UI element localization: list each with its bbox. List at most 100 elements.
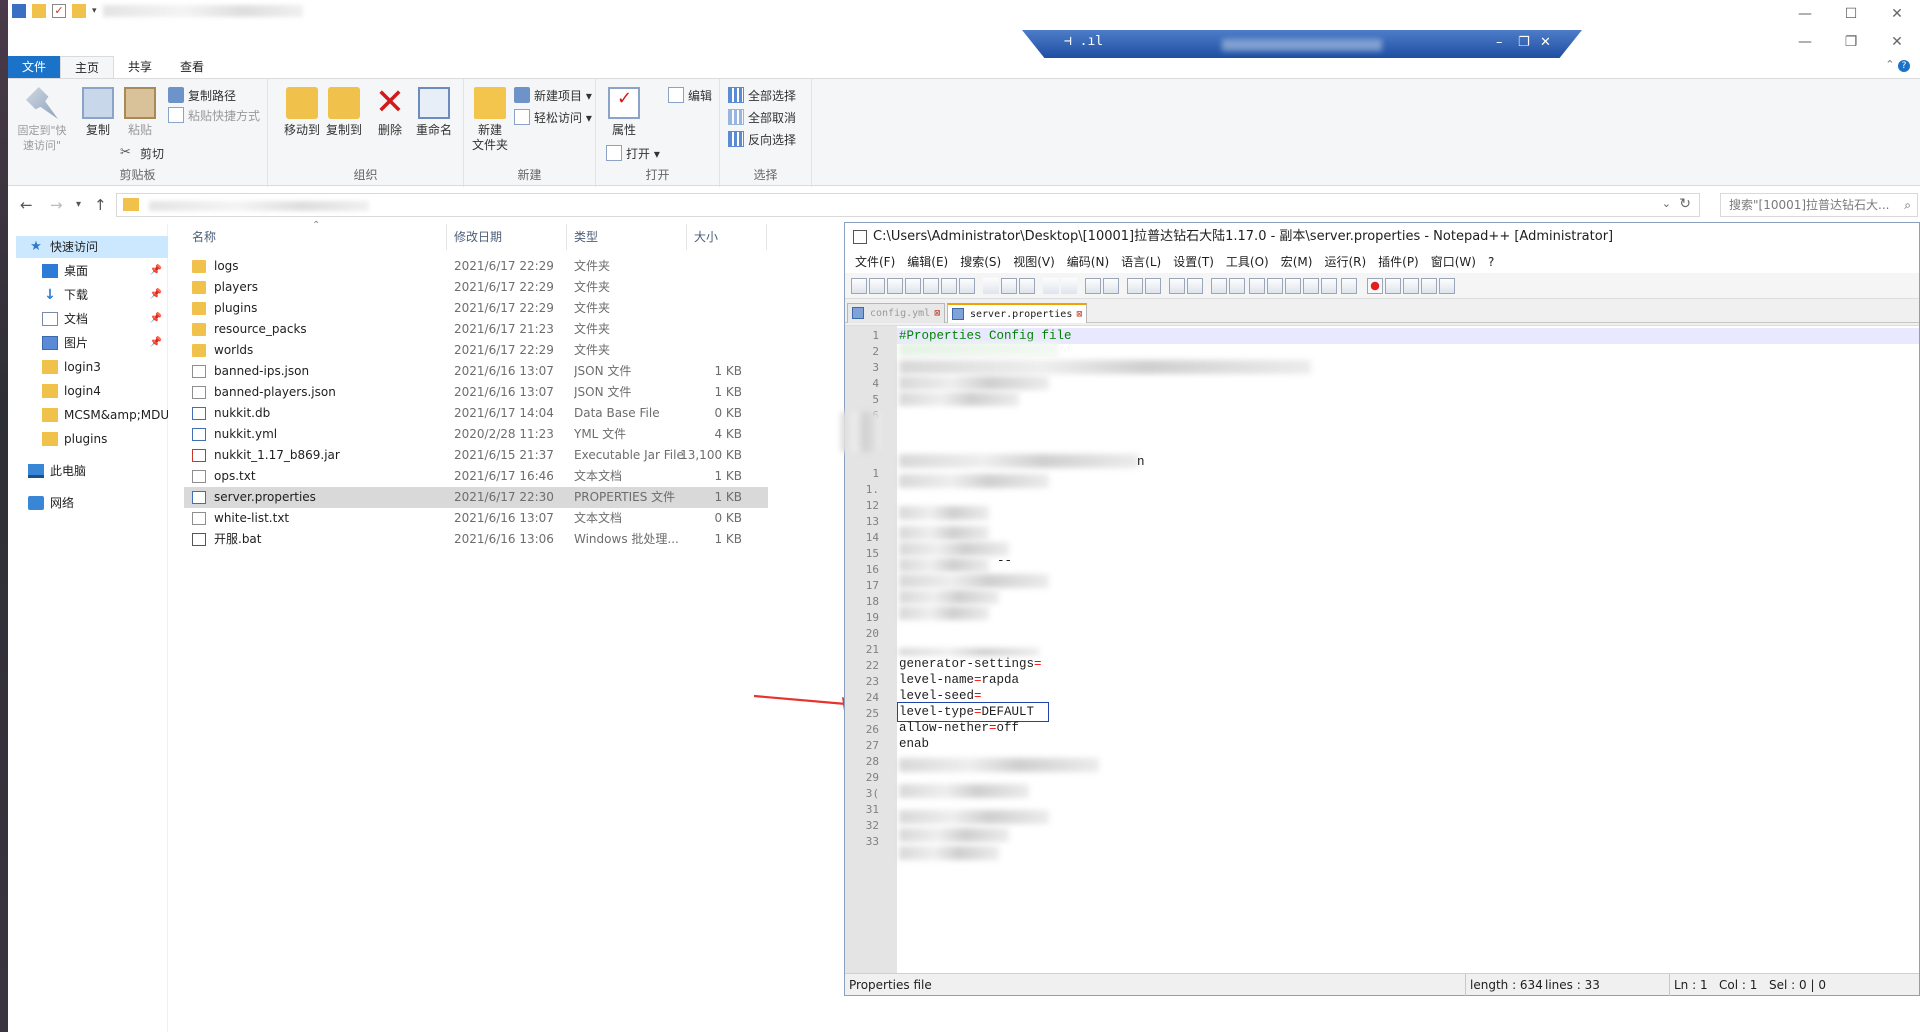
file-row[interactable]: server.properties 2021/6/17 22:30 PROPERTI… [184,487,768,508]
nav-item-documents[interactable]: 文档 📌 [42,308,168,330]
remote-minimize-icon[interactable]: – [1496,35,1503,50]
column-size[interactable]: 大小 [694,228,718,245]
open-icon[interactable] [869,278,885,294]
sync-v-icon[interactable] [1169,278,1185,294]
address-dropdown-icon[interactable]: ⌄ [1662,197,1671,210]
folder-icon[interactable] [32,4,46,18]
maximize-button[interactable]: ☐ [1828,0,1874,28]
nav-quick-access[interactable]: ★ 快速访问 [16,236,168,258]
inner-minimize-icon[interactable]: — [1782,28,1828,56]
file-row[interactable]: players 2021/6/17 22:29 文件夹 [184,277,768,298]
menu-item[interactable]: 运行(R) [1318,251,1372,273]
play-icon[interactable] [1403,278,1419,294]
menu-item[interactable]: 搜索(S) [954,251,1007,273]
file-row[interactable]: banned-ips.json 2021/6/16 13:07 JSON 文件 1 K… [184,361,768,382]
copy-path-button[interactable]: 复制路径 [168,85,236,105]
open-button[interactable]: 打开 ▾ [606,143,660,163]
close-all-icon[interactable] [941,278,957,294]
inner-close-icon[interactable]: ✕ [1874,28,1920,56]
qat-dropdown-icon[interactable]: ▾ [92,6,97,16]
inner-restore-icon[interactable]: ❐ [1828,28,1874,56]
nav-item-pictures[interactable]: 图片 📌 [42,332,168,354]
indent-guide-icon[interactable] [1249,278,1265,294]
menu-item[interactable]: 宏(M) [1275,251,1319,273]
menu-item[interactable]: 设置(T) [1167,251,1220,273]
tab-close-icon[interactable]: ⊠ [934,308,940,319]
move-to-button[interactable]: 移动到 [280,85,324,138]
new-item-button[interactable]: 新建项目 ▾ [514,85,592,105]
menu-item[interactable]: 视图(V) [1007,251,1061,273]
tab-config-yml[interactable]: config.yml ⊠ [847,303,946,323]
forward-arrow-icon[interactable]: → [50,196,63,214]
menu-item[interactable]: 编码(N) [1061,251,1115,273]
invert-selection-button[interactable]: 反向选择 [728,129,796,149]
new-folder-icon[interactable] [72,4,86,18]
refresh-icon[interactable]: ↻ [1679,196,1691,212]
nav-this-pc[interactable]: 此电脑 [28,460,168,482]
nav-item-desktop[interactable]: 桌面 📌 [42,260,168,282]
all-chars-icon[interactable] [1229,278,1245,294]
paste-icon[interactable] [1019,278,1035,294]
column-divider[interactable] [566,224,567,250]
file-row[interactable]: white-list.txt 2021/6/16 13:07 文本文档 0 KB [184,508,768,529]
copy-to-button[interactable]: 复制到 [322,85,366,138]
file-row[interactable]: resource_packs 2021/6/17 21:23 文件夹 [184,319,768,340]
undo-icon[interactable] [1043,278,1059,294]
monitor-icon[interactable] [1341,278,1357,294]
file-row[interactable]: banned-players.json 2021/6/16 13:07 JSON 文… [184,382,768,403]
tab-view[interactable]: 查看 [166,56,218,78]
nav-item-plugins[interactable]: plugins [42,428,168,450]
nav-network[interactable]: 网络 [28,492,168,514]
cut-icon[interactable] [983,278,999,294]
paste-button[interactable]: 粘贴 [118,85,162,138]
file-row[interactable]: worlds 2021/6/17 22:29 文件夹 [184,340,768,361]
save-all-icon[interactable] [905,278,921,294]
pin-quick-access-button[interactable]: 固定到"快 速访问" [14,85,70,153]
file-row[interactable]: 开服.bat 2021/6/16 13:06 Windows 批处理... 1 KB [184,529,768,550]
close-button[interactable]: ✕ [1874,0,1920,28]
func-list-icon[interactable] [1303,278,1319,294]
zoom-out-icon[interactable] [1145,278,1161,294]
tab-file[interactable]: 文件 [8,56,61,78]
file-row[interactable]: plugins 2021/6/17 22:29 文件夹 [184,298,768,319]
nav-item-login4[interactable]: login4 [42,380,168,402]
play-multi-icon[interactable] [1421,278,1437,294]
save-icon[interactable] [887,278,903,294]
file-row[interactable]: nukkit.yml 2020/2/28 11:23 YML 文件 4 KB [184,424,768,445]
tab-home[interactable]: 主页 [60,56,115,78]
menu-item[interactable]: 窗口(W) [1425,251,1482,273]
nav-item-mcsm[interactable]: MCSM&amp;MDU [42,404,168,426]
recent-dropdown-icon[interactable]: ▾ [76,199,81,210]
search-input[interactable]: 搜索"[10001]拉普达钻石大... ⌕ [1720,193,1918,217]
sync-h-icon[interactable] [1187,278,1203,294]
doc-map-icon[interactable] [1285,278,1301,294]
text-editor[interactable]: 12345611.1213141516171819202122232425262… [841,325,1919,974]
edit-button[interactable]: 编辑 [668,85,712,105]
stop-icon[interactable] [1385,278,1401,294]
copy-icon[interactable] [1001,278,1017,294]
delete-button[interactable]: ✕ 删除 [368,85,412,138]
udl-icon[interactable] [1267,278,1283,294]
redo-icon[interactable] [1061,278,1077,294]
new-icon[interactable] [851,278,867,294]
ribbon-help-icons[interactable]: ⌃ ? [1885,58,1910,72]
replace-icon[interactable] [1103,278,1119,294]
menu-item[interactable]: 语言(L) [1115,251,1167,273]
paste-shortcut-button[interactable]: 粘贴快捷方式 [168,105,260,125]
record-icon[interactable] [1367,278,1383,294]
zoom-in-icon[interactable] [1127,278,1143,294]
new-folder-button[interactable]: 新建 文件夹 [468,85,512,153]
select-all-button[interactable]: 全部选择 [728,85,796,105]
file-row[interactable]: nukkit_1.17_b869.jar 2021/6/15 21:37 Execu… [184,445,768,466]
column-name[interactable]: 名称 [192,228,216,245]
close-icon[interactable] [923,278,939,294]
folder-ws-icon[interactable] [1321,278,1337,294]
menu-item[interactable]: ? [1482,251,1500,273]
address-bar[interactable]: ⌄ ↻ [116,193,1700,217]
up-arrow-icon[interactable]: ↑ [94,196,107,214]
column-type[interactable]: 类型 [574,228,598,245]
back-arrow-icon[interactable]: ← [20,196,33,214]
cut-button[interactable]: ✂ 剪切 [120,143,164,163]
select-none-button[interactable]: 全部取消 [728,107,796,127]
wrap-icon[interactable] [1211,278,1227,294]
